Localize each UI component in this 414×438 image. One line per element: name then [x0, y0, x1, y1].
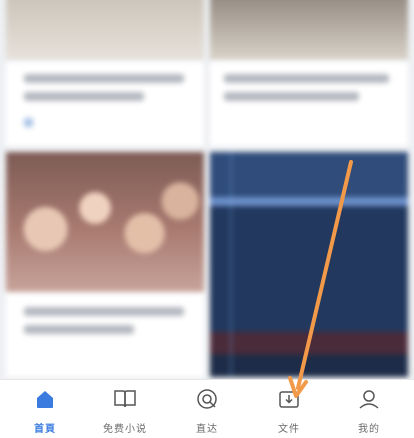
feed-card[interactable] [6, 152, 204, 377]
feed-card[interactable] [6, 62, 204, 146]
feed-card-tag-icon [24, 118, 33, 127]
feed-card-title-line [24, 92, 144, 101]
feed-card-title-line [24, 74, 184, 83]
feed-card-title-line [24, 307, 184, 316]
bottom-tab-bar: 首頁 免费小说 直达 文件 我的 [0, 379, 414, 438]
tab-profile[interactable]: 我的 [328, 380, 410, 438]
tab-free-novels-label: 免费小说 [103, 424, 147, 435]
book-icon [114, 390, 136, 408]
tab-direct[interactable]: 直达 [166, 380, 248, 438]
download-file-icon [279, 391, 299, 408]
feed-card-title-line [224, 92, 359, 101]
tab-home-label: 首頁 [34, 424, 56, 435]
tab-files-label: 文件 [278, 424, 300, 435]
feed-card[interactable] [6, 0, 204, 60]
feed-card[interactable] [210, 0, 408, 60]
feed-card[interactable] [210, 152, 408, 377]
home-icon [37, 391, 53, 408]
tab-home[interactable]: 首頁 [4, 380, 86, 438]
feed-card-image [210, 152, 408, 377]
tab-profile-label: 我的 [358, 424, 380, 435]
feed-card-title-line [24, 325, 134, 334]
profile-icon [359, 390, 379, 409]
tab-free-novels[interactable]: 免费小说 [84, 380, 166, 438]
tab-files[interactable]: 文件 [248, 380, 330, 438]
direct-search-icon [197, 389, 217, 409]
tab-direct-label: 直达 [196, 424, 218, 435]
feed-card-image [6, 0, 204, 60]
feed-card-image [210, 0, 408, 60]
feed-card[interactable] [210, 62, 408, 146]
feed-card-title-line [224, 74, 389, 83]
content-feed[interactable] [0, 0, 414, 379]
feed-card-image [6, 152, 204, 292]
